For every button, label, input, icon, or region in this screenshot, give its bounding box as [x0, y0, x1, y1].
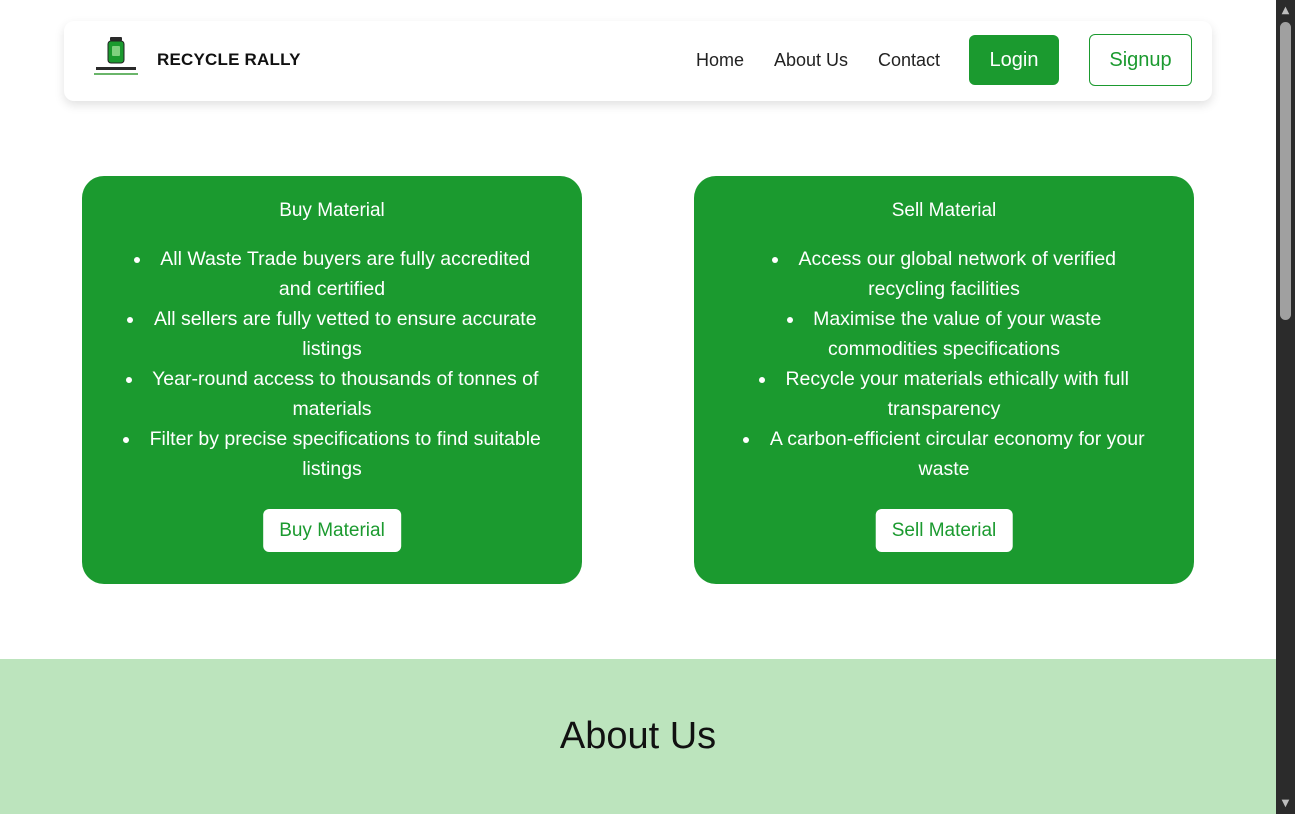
list-item: Year-round access to thousands of tonnes… [112, 364, 552, 424]
list-item: A carbon-efficient circular economy for … [724, 424, 1164, 484]
recycle-bin-logo-icon [88, 31, 144, 87]
logo[interactable] [88, 31, 144, 87]
about-title: About Us [559, 715, 717, 757]
list-item: All sellers are fully vetted to ensure a… [112, 304, 552, 364]
brand-name[interactable]: RECYCLE RALLY [157, 50, 301, 70]
vertical-scrollbar[interactable]: ▲ ▼ [1276, 0, 1295, 814]
scrollbar-thumb[interactable] [1280, 22, 1291, 320]
buy-material-card: Buy Material All Waste Trade buyers are … [82, 176, 582, 584]
nav-link-home[interactable]: Home [696, 50, 744, 71]
list-item: Access our global network of verified re… [724, 244, 1164, 304]
buy-benefits-list: All Waste Trade buyers are fully accredi… [112, 244, 552, 484]
buy-material-button[interactable]: Buy Material [263, 509, 401, 552]
scroll-up-arrow-icon[interactable]: ▲ [1276, 2, 1295, 19]
nav-link-contact[interactable]: Contact [878, 50, 940, 71]
list-item: Maximise the value of your waste commodi… [724, 304, 1164, 364]
sell-benefits-list: Access our global network of verified re… [724, 244, 1164, 484]
list-item: Filter by precise specifications to find… [112, 424, 552, 484]
sell-card-title: Sell Material [891, 200, 997, 221]
list-item: All Waste Trade buyers are fully accredi… [112, 244, 552, 304]
navbar: RECYCLE RALLY Home About Us Contact Logi… [64, 21, 1212, 101]
list-item: Recycle your materials ethically with fu… [724, 364, 1164, 424]
nav-link-about-us[interactable]: About Us [774, 50, 848, 71]
about-section: About Us [0, 659, 1276, 814]
sell-material-button[interactable]: Sell Material [875, 509, 1013, 552]
signup-button[interactable]: Signup [1089, 34, 1192, 86]
buy-card-title: Buy Material [279, 200, 385, 221]
page: RECYCLE RALLY Home About Us Contact Logi… [0, 0, 1276, 814]
login-button[interactable]: Login [969, 35, 1059, 85]
scroll-down-arrow-icon[interactable]: ▼ [1276, 795, 1295, 812]
sell-material-card: Sell Material Access our global network … [694, 176, 1194, 584]
